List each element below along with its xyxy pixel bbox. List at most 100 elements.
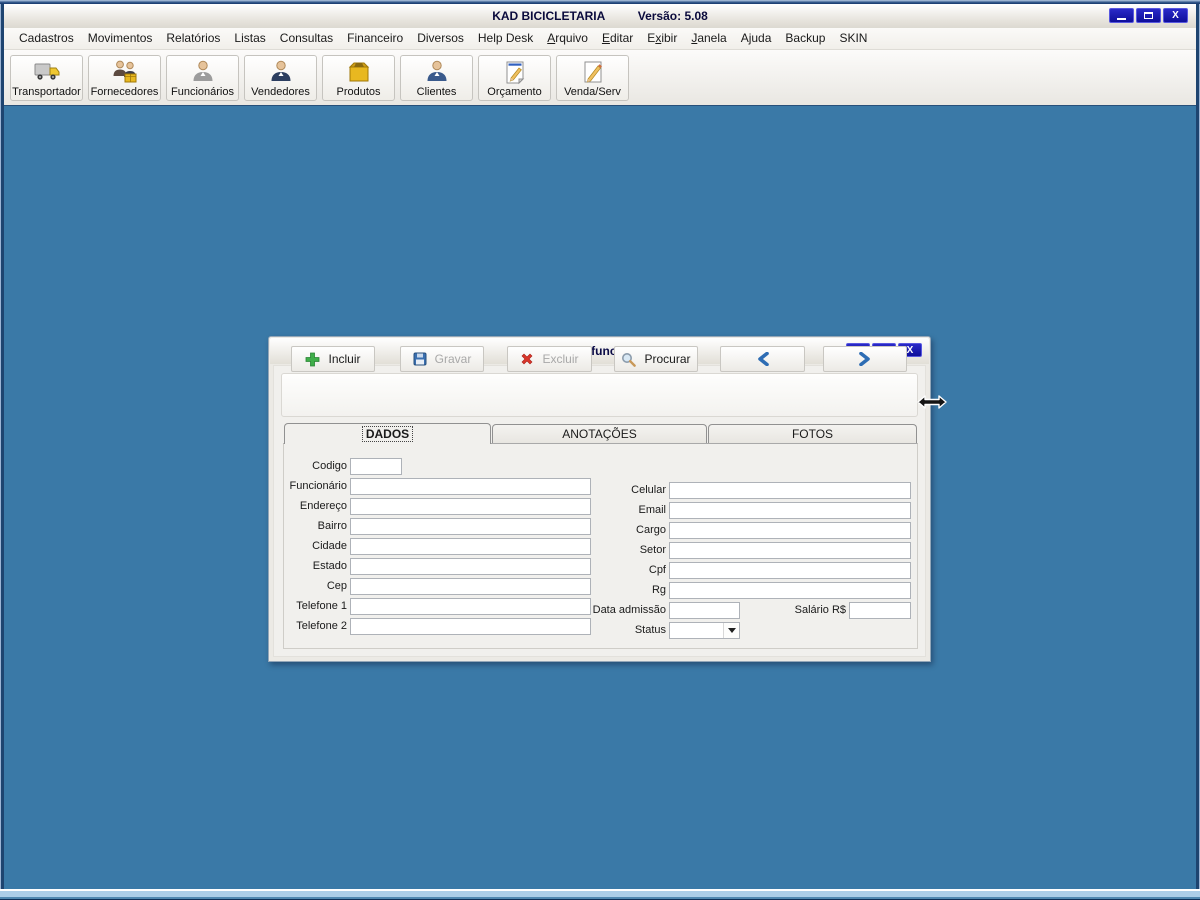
dialog-button-panel [281,373,918,417]
procurar-button[interactable]: Procurar [614,346,698,372]
chevron-down-icon[interactable] [723,623,739,638]
toolbar-label: Vendedores [251,85,310,98]
telefone1-input[interactable] [350,598,591,615]
truck-icon [34,63,59,80]
bairro-input[interactable] [350,518,591,535]
resize-cursor [917,395,947,409]
next-record-button[interactable] [823,346,907,372]
cidade-label: Cidade [312,540,347,552]
close-icon: X [1172,10,1179,21]
menu-ajuda[interactable]: Ajuda [734,28,779,49]
email-label: Email [638,504,666,516]
app-title: KAD BICICLETARIA [492,9,606,23]
menu-backup[interactable]: Backup [778,28,832,49]
estado-input[interactable] [350,558,591,575]
delete-x-icon [522,353,533,365]
cargo-label: Cargo [636,524,666,536]
chevron-right-icon [859,352,870,366]
main-titlebar[interactable]: KAD BICICLETARIA Versão: 5.08 X [4,4,1196,28]
tab-dados[interactable]: DADOS [284,423,491,444]
menu-financeiro[interactable]: Financeiro [340,28,410,49]
window-border-left[interactable] [0,4,4,889]
estado-label: Estado [312,560,347,572]
window-border-top [0,0,1200,4]
budget-note-icon [506,61,524,84]
setor-input[interactable] [669,542,911,559]
codigo-label: Codigo [312,460,347,472]
client-icon [427,60,446,81]
toolbar-label: Fornecedores [90,85,159,98]
chevron-left-icon [757,352,769,366]
endereco-input[interactable] [350,498,591,515]
cidade-input[interactable] [350,538,591,555]
menu-cadastros[interactable]: Cadastros [12,28,81,49]
toolbar-label: Transportador [12,85,81,98]
toolbar-orcamento-button[interactable]: Orçamento [478,54,551,101]
celular-input[interactable] [669,482,911,499]
menu-help-desk[interactable]: Help Desk [471,28,540,49]
incluir-button[interactable]: Incluir [291,346,375,372]
window-border-right[interactable] [1196,4,1200,889]
employee-icon [193,60,212,81]
endereco-label: Endereço [299,500,347,512]
procurar-label: Procurar [644,352,691,366]
toolbar-vendedores-button[interactable]: Vendedores [244,54,317,101]
menu-editar[interactable]: Editar [595,28,640,49]
excluir-button[interactable]: Excluir [507,346,592,372]
incluir-label: Incluir [328,352,361,366]
cadastro-funcionarios-dialog: Cadastro funcionários X Incluir Gravar E… [268,336,931,662]
menu-diversos[interactable]: Diversos [410,28,471,49]
maximize-button[interactable] [1136,8,1161,23]
tab-fotos[interactable]: FOTOS [708,424,917,443]
excluir-label: Excluir [542,352,579,366]
telefone1-label: Telefone 1 [296,600,347,612]
app-window: KAD BICICLETARIA Versão: 5.08 X Cadastro… [0,0,1200,900]
telefone2-input[interactable] [350,618,591,635]
salesman-icon [271,60,290,81]
gravar-button[interactable]: Gravar [400,346,484,372]
menu-listas[interactable]: Listas [227,28,272,49]
minimize-button[interactable] [1109,8,1134,23]
toolbar-clientes-button[interactable]: Clientes [400,54,473,101]
menu-arquivo[interactable]: Arquivo [540,28,595,49]
menu-janela[interactable]: Janela [684,28,733,49]
rg-input[interactable] [669,582,911,599]
toolbar-funcionarios-button[interactable]: Funcionários [166,54,239,101]
bairro-label: Bairro [317,520,347,532]
menu-relatorios[interactable]: Relatórios [159,28,227,49]
toolbar-label: Orçamento [487,85,542,98]
toolbar-fornecedores-button[interactable]: Fornecedores [88,54,161,101]
cep-input[interactable] [350,578,591,595]
save-disk-icon [413,352,427,366]
rg-label: Rg [651,584,666,596]
cargo-input[interactable] [669,522,911,539]
data-admissao-input[interactable] [669,602,740,619]
sale-pencil-icon [584,61,602,83]
toolbar-venda-serv-button[interactable]: Venda/Serv [556,54,629,101]
setor-label: Setor [639,544,666,556]
email-input[interactable] [669,502,911,519]
close-button[interactable]: X [1163,8,1188,23]
funcionario-label: Funcionário [289,480,347,492]
gravar-label: Gravar [434,352,472,366]
codigo-input[interactable] [350,458,402,475]
toolbar-transportador-button[interactable]: Transportador [10,54,83,101]
menu-skin[interactable]: SKIN [832,28,874,49]
tab-anotacoes[interactable]: ANOTAÇÕES [492,424,707,443]
cpf-input[interactable] [669,562,911,579]
funcionario-input[interactable] [350,478,591,495]
status-combobox[interactable] [669,622,740,639]
salario-input[interactable] [849,602,911,619]
search-icon [622,352,637,367]
menu-exibir[interactable]: Exibir [640,28,684,49]
menu-consultas[interactable]: Consultas [273,28,340,49]
salario-label: Salário R$ [794,604,846,616]
menu-movimentos[interactable]: Movimentos [81,28,160,49]
window-border-bottom[interactable] [0,889,1200,900]
status-label: Status [634,624,666,636]
toolbar-label: Produtos [336,85,381,98]
toolbar-label: Clientes [416,85,457,98]
previous-record-button[interactable] [720,346,805,372]
toolbar-produtos-button[interactable]: Produtos [322,54,395,101]
app-version: Versão: 5.08 [637,9,708,23]
